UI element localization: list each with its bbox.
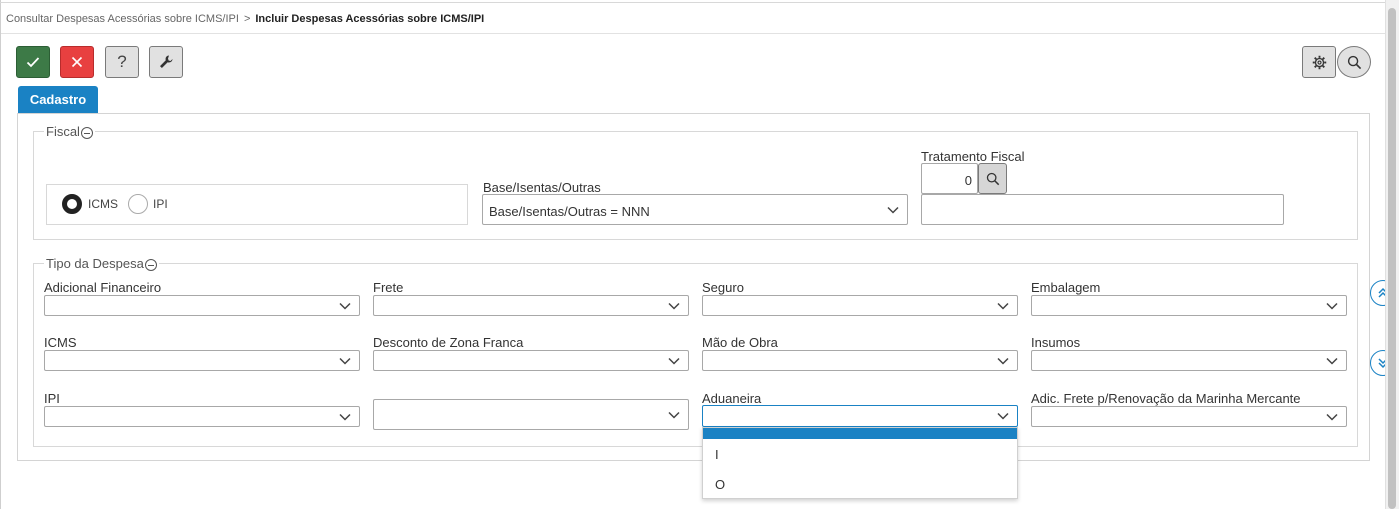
chevron-down-icon [887, 206, 899, 214]
chevron-down-icon [668, 411, 680, 419]
base-isentas-outras-label: Base/Isentas/Outras [483, 180, 601, 195]
radio-ipi[interactable] [128, 194, 148, 214]
chevron-down-icon [668, 357, 680, 365]
help-button[interactable]: ? [105, 46, 139, 78]
tools-button[interactable] [149, 46, 183, 78]
breadcrumb-separator: > [243, 13, 251, 25]
search-button[interactable] [1337, 46, 1371, 78]
tipo-despesa-legend-label: Tipo da Despesa [46, 256, 144, 271]
collapse-fiscal-icon[interactable] [80, 126, 93, 139]
aduaneira-label: Aduaneira [702, 391, 762, 406]
chevron-down-icon [997, 412, 1009, 420]
dropdown-option-o[interactable]: O [703, 477, 1017, 493]
collapse-tipo-despesa-icon[interactable] [144, 258, 157, 271]
tratamento-fiscal-code-value: 0 [964, 173, 972, 188]
wrench-icon [160, 55, 173, 68]
tratamento-fiscal-lookup-button[interactable] [978, 163, 1007, 194]
base-isentas-outras-select[interactable]: Base/Isentas/Outras = NNN [482, 194, 908, 225]
chevron-down-icon [1326, 302, 1338, 310]
window-frame-top [0, 2, 1385, 3]
radio-icms[interactable] [62, 194, 82, 214]
embalagem-label: Embalagem [1031, 280, 1101, 295]
radio-ipi-label: IPI [153, 197, 168, 211]
settings-button[interactable] [1302, 46, 1336, 78]
chevron-down-icon [339, 302, 351, 310]
chevron-down-icon [997, 357, 1009, 365]
dropdown-option-i[interactable]: I [703, 447, 1017, 463]
chevron-down-icon [339, 413, 351, 421]
tratamento-fiscal-description-input[interactable] [921, 194, 1284, 225]
aduaneira-dropdown-list: I O [702, 427, 1018, 499]
page-scrollbar-thumb[interactable] [1388, 8, 1396, 509]
adicional-financeiro-label: Adicional Financeiro [44, 280, 162, 295]
unlabeled-select[interactable] [373, 399, 689, 430]
desconto-zona-franca-label: Desconto de Zona Franca [373, 335, 524, 350]
mao-de-obra-select[interactable] [702, 350, 1018, 371]
seguro-label: Seguro [702, 280, 744, 295]
tratamento-fiscal-code-input[interactable]: 0 [921, 163, 978, 194]
chevron-down-icon [668, 302, 680, 310]
gear-icon [1312, 55, 1326, 69]
check-icon [26, 57, 40, 68]
close-icon [71, 56, 83, 68]
tipo-despesa-legend: Tipo da Despesa [44, 256, 159, 271]
ipi-label: IPI [44, 391, 60, 406]
window-frame-left [0, 0, 1, 509]
fiscal-legend-label: Fiscal [46, 124, 80, 139]
aduaneira-select[interactable] [702, 405, 1018, 427]
adicional-financeiro-select[interactable] [44, 295, 360, 316]
desconto-zona-franca-select[interactable] [373, 350, 689, 371]
chevron-down-icon [1326, 413, 1338, 421]
search-icon [1347, 55, 1361, 69]
breadcrumb: Consultar Despesas Acessórias sobre ICMS… [6, 13, 484, 25]
frete-label: Frete [373, 280, 404, 295]
cancel-button[interactable] [60, 46, 94, 78]
mao-de-obra-label: Mão de Obra [702, 335, 778, 350]
search-icon [986, 172, 999, 185]
base-isentas-outras-value: Base/Isentas/Outras = NNN [489, 204, 650, 219]
icms-label: ICMS [44, 335, 77, 350]
embalagem-select[interactable] [1031, 295, 1347, 316]
dropdown-option-o-label: O [715, 477, 726, 492]
fiscal-legend: Fiscal [44, 124, 95, 139]
insumos-select[interactable] [1031, 350, 1347, 371]
adic-frete-marinha-select[interactable] [1031, 406, 1347, 427]
breadcrumb-current: Incluir Despesas Acessórias sobre ICMS/I… [255, 13, 485, 25]
chevron-down-icon [339, 357, 351, 365]
dropdown-option-empty[interactable] [703, 428, 1017, 439]
tab-cadastro[interactable]: Cadastro [18, 86, 98, 113]
breadcrumb-parent-link[interactable]: Consultar Despesas Acessórias sobre ICMS… [6, 13, 239, 25]
chevron-down-icon [1326, 357, 1338, 365]
radio-icms-label: ICMS [88, 197, 118, 211]
adic-frete-marinha-label: Adic. Frete p/Renovação da Marinha Merca… [1031, 391, 1301, 406]
dropdown-option-i-label: I [715, 447, 719, 462]
help-icon: ? [117, 52, 127, 71]
icms-select[interactable] [44, 350, 360, 371]
breadcrumb-divider [1, 33, 1385, 34]
tratamento-fiscal-label: Tratamento Fiscal [921, 149, 1025, 164]
chevron-down-icon [997, 302, 1009, 310]
frete-select[interactable] [373, 295, 689, 316]
insumos-label: Insumos [1031, 335, 1081, 350]
confirm-button[interactable] [16, 46, 50, 78]
seguro-select[interactable] [702, 295, 1018, 316]
ipi-select[interactable] [44, 406, 360, 427]
